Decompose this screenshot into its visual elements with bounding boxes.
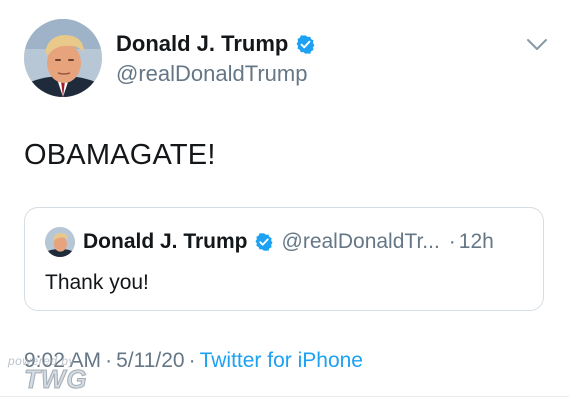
quoted-dot-separator: · [448,230,456,253]
quoted-tweet-text: Thank you! [45,271,149,294]
quoted-author-name: Donald J. Trump [83,230,248,253]
author-display-name[interactable]: Donald J. Trump [116,31,288,57]
quoted-author-avatar [45,227,75,257]
tweet-date: 5/11/20 [116,349,185,372]
verified-badge-icon [296,34,315,54]
tweet-time: 9:02 AM [24,349,102,372]
tweet-meta: 9:02 AM · 5/11/20 · Twitter for iPhone [24,349,363,373]
tweet-card: Donald J. Trump @realDonaldTrump OBAMAGA… [0,0,569,400]
author-name-row[interactable]: Donald J. Trump [116,31,316,57]
quoted-tweet-header: Donald J. Trump @realDonaldTr... · 12h [83,230,494,254]
tweet-text: OBAMAGATE! [24,139,216,171]
profile-photo-icon [24,19,102,97]
author-avatar[interactable] [24,19,102,97]
quoted-author-handle: @realDonaldTr... [281,230,440,253]
author-handle[interactable]: @realDonaldTrump [116,61,307,87]
verified-badge-icon [255,233,273,251]
meta-separator: · [105,349,113,372]
divider [0,396,569,397]
chevron-down-icon[interactable] [526,38,548,52]
quoted-tweet[interactable]: Donald J. Trump @realDonaldTr... · 12h T… [24,207,544,311]
meta-separator: · [188,349,196,372]
quoted-timestamp: 12h [458,230,494,253]
profile-photo-icon [45,227,75,257]
tweet-source-link[interactable]: Twitter for iPhone [200,349,363,372]
